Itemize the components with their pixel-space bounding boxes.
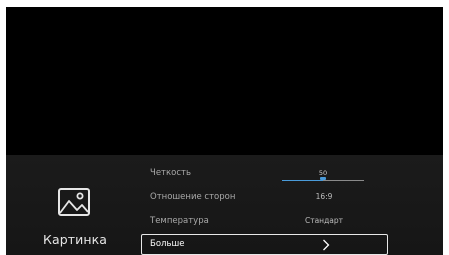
sharpness-slider[interactable]: 50 (282, 163, 364, 185)
setting-more[interactable]: Больше (141, 234, 388, 255)
video-area (6, 7, 443, 155)
setting-sharpness[interactable]: Четкость 50 (141, 163, 388, 185)
slider-thumb[interactable] (320, 177, 326, 180)
category-picture[interactable]: Картинка (26, 183, 124, 255)
setting-label: Больше (150, 239, 185, 249)
chevron-right-icon (323, 239, 330, 251)
tv-screen: Картинка Четкость 50 Отношение сторон 16… (6, 7, 443, 255)
setting-label: Отношение сторон (150, 192, 236, 202)
setting-temperature[interactable]: Температура Стандарт (141, 211, 388, 233)
setting-label: Четкость (150, 168, 191, 178)
picture-icon (58, 188, 90, 216)
setting-value: 16:9 (315, 192, 333, 201)
slider-value: 50 (318, 169, 328, 177)
slider-track-remaining (323, 180, 364, 182)
setting-value: Стандарт (304, 216, 344, 225)
setting-aspect-ratio[interactable]: Отношение сторон 16:9 (141, 187, 388, 209)
picture-settings-panel: Картинка Четкость 50 Отношение сторон 16… (6, 155, 443, 255)
setting-label: Температура (150, 216, 209, 226)
category-label: Картинка (42, 232, 108, 247)
slider-track-filled (282, 180, 323, 182)
